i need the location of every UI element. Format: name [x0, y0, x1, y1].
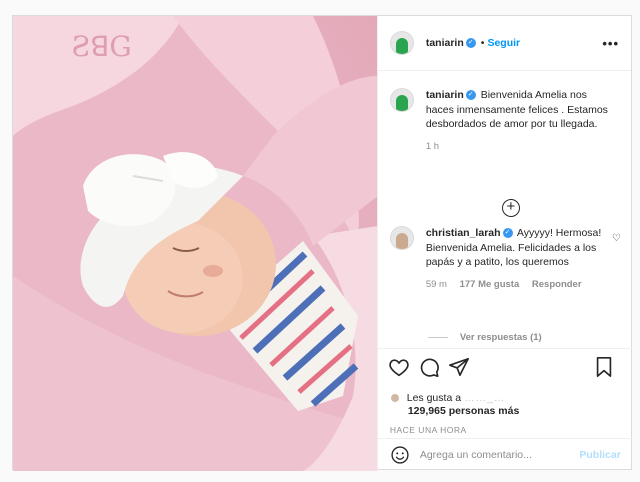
view-replies-button[interactable]: Ver respuestas (1)	[427, 332, 542, 343]
comment-meta: 59 m 177 Me gusta Responder	[426, 278, 616, 293]
emoji-smile-icon[interactable]	[390, 445, 410, 465]
verified-badge-icon: ✓	[465, 89, 476, 100]
caption-time: 1 h	[425, 140, 440, 152]
caption-username[interactable]: taniarin	[426, 89, 464, 101]
add-comment-bar: Agrega un comentario... Publicar	[377, 438, 633, 471]
comment-item: christian_larah ✓ Ayyyyy! Hermosa! Bienve…	[389, 226, 616, 293]
share-paper-plane-icon[interactable]	[448, 356, 470, 378]
publish-button[interactable]: Publicar	[579, 449, 620, 461]
post-header: taniarin ✓ • Seguir •••	[377, 16, 631, 71]
comment-likes[interactable]: 177 Me gusta	[460, 279, 520, 290]
comment-username[interactable]: christian_larah	[426, 227, 501, 239]
verified-badge-icon: ✓	[465, 37, 476, 48]
author-username[interactable]: taniarin	[426, 37, 464, 49]
save-bookmark-icon[interactable]	[593, 356, 615, 378]
follow-button[interactable]: Seguir	[487, 37, 520, 49]
actions-divider	[377, 348, 633, 349]
post-sidebar: taniarin ✓ • Seguir ••• taniarin ✓ Bienve…	[376, 16, 633, 471]
view-replies-label: Ver respuestas (1)	[459, 332, 542, 343]
separator-dot: •	[480, 37, 485, 49]
comment-time: 59 m	[425, 278, 447, 290]
comment-input[interactable]: Agrega un comentario...	[420, 449, 580, 461]
caption-avatar[interactable]	[389, 88, 414, 112]
commenter-avatar[interactable]	[389, 226, 414, 250]
liked-by-user-redacted[interactable]: ……_…	[464, 392, 505, 404]
post-card: ƧꓭG taniarin ✓ • Seguir ••• taniarin ✓ B…	[12, 15, 633, 471]
verified-badge-icon: ✓	[502, 227, 513, 238]
reply-button[interactable]: Responder	[532, 279, 582, 290]
author-avatar[interactable]	[389, 31, 414, 55]
likes-count[interactable]: 129,965 personas más	[408, 405, 520, 418]
comment-like-heart-icon[interactable]: ♡	[612, 233, 621, 244]
baby-photo-illustration: ƧꓭG	[13, 16, 377, 471]
post-timestamp: HACE UNA HORA	[389, 425, 467, 435]
liked-by-label: Les gusta a	[406, 392, 462, 404]
post-photo[interactable]: ƧꓭG	[13, 16, 377, 471]
action-bar	[388, 356, 623, 380]
comment-bubble-icon[interactable]	[418, 356, 440, 378]
plus-circle-icon[interactable]: +	[501, 199, 520, 217]
more-options-icon[interactable]: •••	[602, 36, 619, 51]
like-heart-icon[interactable]	[388, 356, 410, 378]
liker-avatars	[389, 392, 404, 404]
likes-summary: Les gusta a ……_… 129,965 personas más	[389, 392, 520, 418]
replies-divider	[427, 337, 448, 338]
caption: taniarin ✓ Bienvenida Amelia nos haces in…	[389, 88, 616, 154]
svg-text:ƧꓭG: ƧꓭG	[71, 30, 132, 63]
